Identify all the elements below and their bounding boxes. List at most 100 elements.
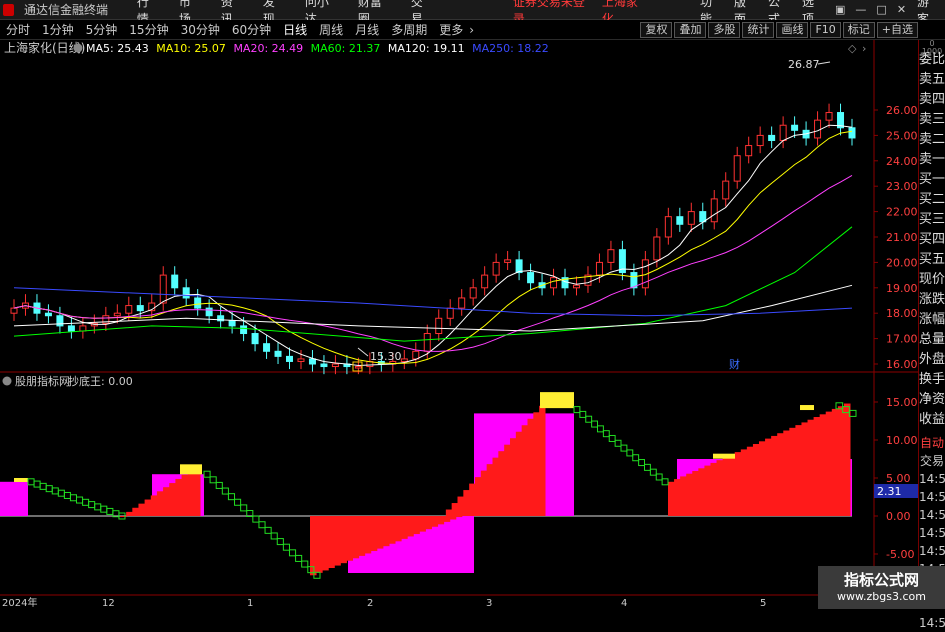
candle-body xyxy=(515,259,523,274)
period-tab-multi[interactable]: 多周期 xyxy=(385,21,433,38)
red-step xyxy=(431,516,439,527)
price-tick-label: 20.00 xyxy=(886,256,918,269)
close-icon[interactable]: ✕ xyxy=(892,3,911,16)
red-step xyxy=(771,435,778,516)
candle-body xyxy=(446,307,454,319)
red-step xyxy=(156,491,164,516)
candle-body xyxy=(607,249,615,263)
financial-report-marker[interactable]: 财 xyxy=(729,357,740,371)
candle-body xyxy=(228,320,236,327)
candle-body xyxy=(297,358,305,362)
period-tab-5min[interactable]: 5分钟 xyxy=(80,21,124,38)
candle-body xyxy=(848,127,856,139)
period-tab-monthly[interactable]: 月线 xyxy=(349,21,385,38)
red-step xyxy=(837,406,845,516)
red-step xyxy=(480,470,488,516)
red-step xyxy=(740,449,748,516)
diamond-icon[interactable]: ◇ xyxy=(848,42,857,55)
price-tick-label: 23.00 xyxy=(886,180,918,193)
x-tick-may: 5 xyxy=(760,598,766,609)
green-step xyxy=(88,501,96,509)
yellow-cap xyxy=(713,453,735,459)
green-step xyxy=(270,532,278,540)
auto-trade-label[interactable]: 交易 xyxy=(919,452,945,470)
green-step xyxy=(39,482,47,490)
green-step xyxy=(264,526,272,534)
red-step xyxy=(789,427,796,516)
yellow-cap xyxy=(180,464,202,475)
chart-chevron-icon[interactable]: › xyxy=(862,42,866,55)
red-step xyxy=(340,516,347,564)
app-logo-icon xyxy=(3,3,14,16)
quote-field-label: 卖一 xyxy=(919,152,945,167)
period-tab-daily[interactable]: 日线 xyxy=(277,21,313,38)
site-watermark: 指标公式网 www.zbgs3.com xyxy=(818,566,945,609)
ma5-line xyxy=(13,124,853,367)
candle-body xyxy=(653,236,661,261)
green-step xyxy=(221,487,229,495)
candle-body xyxy=(572,284,580,289)
candle-body xyxy=(492,261,500,276)
red-step xyxy=(759,441,766,516)
tab-mark[interactable]: 标记 xyxy=(842,21,875,38)
red-step xyxy=(181,474,189,516)
quote-field-label: 卖四 xyxy=(919,92,945,107)
candle-body xyxy=(550,277,558,289)
minimize-icon[interactable]: — xyxy=(850,3,871,16)
period-tab-1min[interactable]: 1分钟 xyxy=(36,21,80,38)
price-tick-label: 19.00 xyxy=(886,282,918,295)
green-step xyxy=(655,473,663,481)
red-step xyxy=(533,412,540,516)
green-step xyxy=(649,468,657,476)
candle-body xyxy=(400,358,408,362)
skin-icon[interactable]: ▣ xyxy=(830,3,850,16)
red-step xyxy=(843,403,851,516)
green-step xyxy=(203,470,211,478)
candle-body xyxy=(308,358,316,365)
indicator-settings-icon[interactable] xyxy=(2,376,12,386)
tab-f10[interactable]: F10 xyxy=(810,21,841,38)
period-tab-weekly[interactable]: 周线 xyxy=(313,21,349,38)
candle-body xyxy=(182,287,190,299)
red-step xyxy=(334,516,341,566)
quote-field-label: 涨幅 xyxy=(919,312,945,327)
green-step xyxy=(632,454,640,462)
quote-field-label: 卖五 xyxy=(919,72,945,87)
tab-adjust[interactable]: 复权 xyxy=(640,21,673,38)
kline-chart-area[interactable]: 26.0025.0024.0023.0022.0021.0020.0019.00… xyxy=(0,40,918,609)
low-price-label: 15.30 xyxy=(370,350,402,363)
period-toolbar: 分时 1分钟 5分钟 15分钟 30分钟 60分钟 日线 周线 月线 多周期 更… xyxy=(0,20,945,40)
tab-overlay[interactable]: 叠加 xyxy=(674,21,707,38)
red-step xyxy=(486,464,493,516)
indicator-tick-label: 0.00 xyxy=(886,510,911,523)
red-step xyxy=(455,516,463,518)
tab-add-watchlist[interactable]: +自选 xyxy=(876,21,918,38)
chevron-right-icon[interactable]: › xyxy=(469,23,474,37)
x-tick-2024: 2024年 xyxy=(2,596,37,609)
red-step xyxy=(322,516,329,571)
period-tab-30min[interactable]: 30分钟 xyxy=(175,21,226,38)
settings-dot-icon[interactable] xyxy=(73,43,83,53)
red-step xyxy=(795,425,802,516)
moving-average-lines xyxy=(13,124,853,367)
indicator-title: 股朋指标网 xyxy=(15,374,70,388)
period-tab-60min[interactable]: 60分钟 xyxy=(226,21,277,38)
ma-legend: MA5: 25.43 MA10: 25.07 MA20: 24.49 MA60:… xyxy=(86,42,549,55)
period-tab-intraday[interactable]: 分时 xyxy=(0,21,36,38)
green-step xyxy=(63,491,71,499)
tab-draw[interactable]: 画线 xyxy=(776,21,809,38)
period-tab-more[interactable]: 更多 xyxy=(433,21,469,38)
indicator-value-label: 抄底王: 0.00 xyxy=(68,374,133,388)
maximize-icon[interactable]: □ xyxy=(871,3,891,16)
green-step xyxy=(240,504,248,512)
red-step xyxy=(498,451,505,516)
candle-body xyxy=(10,307,18,314)
tab-stats[interactable]: 统计 xyxy=(742,21,775,38)
watermark-url: www.zbgs3.com xyxy=(837,590,926,603)
period-tab-15min[interactable]: 15分钟 xyxy=(123,21,174,38)
auto-trade-label[interactable]: 自动 xyxy=(919,434,945,452)
tab-multi-stock[interactable]: 多股 xyxy=(708,21,741,38)
red-step xyxy=(328,516,335,569)
candle-body xyxy=(354,366,362,369)
green-step xyxy=(608,434,616,442)
